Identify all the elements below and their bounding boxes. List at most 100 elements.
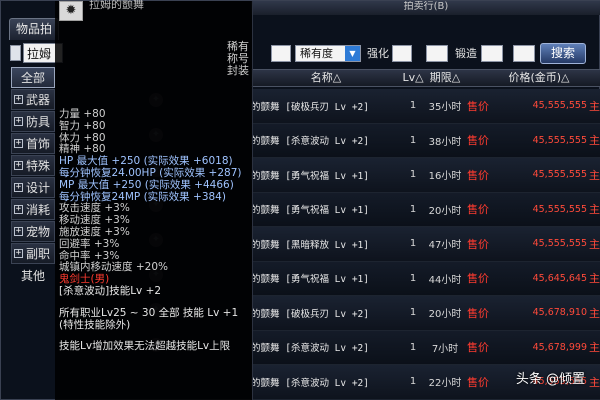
category-label: 宠物 bbox=[26, 225, 51, 239]
tooltip-line: [杀意波动]技能Lv +2 bbox=[59, 284, 162, 297]
cell-sale-tag: 售价 bbox=[467, 168, 489, 182]
expand-icon[interactable]: + bbox=[14, 95, 23, 104]
cell-time: 44小时 bbox=[428, 274, 462, 286]
expand-icon[interactable]: + bbox=[14, 227, 23, 236]
table-row[interactable]: 的颤舞 [勇气祝福 Lv +1] 1 16小时 售价 45,555,555 主 bbox=[251, 158, 600, 193]
level-min-input[interactable] bbox=[271, 45, 291, 62]
cell-name: 的颤舞 [勇气祝福 Lv +1] bbox=[251, 205, 369, 217]
tooltip-line: 技能Lv增加效果无法超越技能Lv上限 bbox=[59, 340, 231, 353]
cell-level: 1 bbox=[409, 203, 417, 215]
table-row[interactable]: 的颤舞 [破极兵刃 Lv +2] 1 35小时 售价 45,555,555 主 bbox=[251, 89, 600, 124]
listing-rows: 的颤舞 [破极兵刃 Lv +2] 1 35小时 售价 45,555,555 主 … bbox=[251, 89, 600, 400]
cell-price: 45,678,910 bbox=[532, 307, 587, 319]
tooltip-line: 所有职业Lv25 ~ 30 全部 技能 Lv +1 bbox=[59, 306, 239, 319]
category-all[interactable]: 全部 bbox=[11, 67, 55, 88]
item-tooltip: ✹ 拉姆的颤舞 稀有称号封装 力量 +80 智力 +80 体力 +80 精神 +80 H… bbox=[55, 0, 253, 400]
cell-name: 的颤舞 [黑暗释放 Lv +1] bbox=[251, 239, 369, 251]
header-name[interactable]: 名称△ bbox=[251, 70, 401, 86]
enhance-min-input[interactable] bbox=[392, 45, 412, 62]
expand-icon[interactable]: + bbox=[14, 117, 23, 126]
category-label: 首饰 bbox=[26, 137, 51, 151]
watermark: 头条 @倾置 bbox=[515, 372, 585, 387]
cell-extra: 主 bbox=[589, 168, 600, 182]
category-pet[interactable]: + 宠物 bbox=[11, 221, 55, 242]
category-label: 消耗 bbox=[26, 203, 51, 217]
rarity-select[interactable]: 稀有度 ▼ bbox=[295, 45, 361, 62]
cell-time: 20小时 bbox=[428, 205, 462, 217]
category-armor[interactable]: + 防具 bbox=[11, 111, 55, 132]
tab-item-auction[interactable]: 物品拍 bbox=[9, 18, 60, 40]
rarity-select-value: 稀有度 bbox=[300, 47, 333, 60]
enhance-max-input[interactable] bbox=[426, 45, 448, 62]
table-row[interactable]: 的颤舞 [黑暗释放 Lv +1] 1 47小时 售价 45,555,555 主 bbox=[251, 227, 600, 262]
category-weapon[interactable]: + 武器 bbox=[11, 89, 55, 110]
cell-extra: 主 bbox=[589, 203, 600, 217]
expand-icon[interactable]: + bbox=[14, 249, 23, 258]
table-row[interactable]: 的颤舞 [杀意波动 Lv +2] 1 7小时 售价 45,678,999 主 bbox=[251, 330, 600, 365]
cell-extra: 主 bbox=[589, 272, 600, 286]
category-consumable[interactable]: + 消耗 bbox=[11, 199, 55, 220]
cell-time: 35小时 bbox=[428, 102, 462, 114]
cell-price: 45,555,555 bbox=[532, 238, 587, 250]
chevron-down-icon[interactable]: ▼ bbox=[345, 46, 360, 61]
table-row[interactable]: 的颤舞 [破极兵刃 Lv +2] 1 20小时 售价 45,678,910 主 bbox=[251, 296, 600, 331]
tooltip-line: 回避率 +3% bbox=[59, 237, 120, 250]
cell-time: 22小时 bbox=[428, 378, 462, 390]
cell-level: 1 bbox=[409, 169, 417, 181]
category-label: 武器 bbox=[26, 93, 51, 107]
cell-time: 16小时 bbox=[428, 171, 462, 183]
cell-name: 的颤舞 [杀意波动 Lv +2] bbox=[251, 136, 369, 148]
cell-level: 1 bbox=[409, 100, 417, 112]
expand-icon[interactable]: + bbox=[14, 139, 23, 148]
tooltip-line: 每分钟恢复24.00HP (实际效果 +287) bbox=[59, 166, 242, 179]
cell-time: 47小时 bbox=[428, 240, 462, 252]
expand-icon[interactable]: + bbox=[14, 183, 23, 192]
table-row[interactable]: 的颤舞 [杀意波动 Lv +2] 1 38小时 售价 45,555,555 主 bbox=[251, 123, 600, 158]
header-extra-spacer bbox=[587, 70, 600, 86]
header-tag-spacer bbox=[465, 70, 491, 86]
cell-price: 45,555,555 bbox=[532, 169, 587, 181]
cell-price: 45,555,555 bbox=[532, 203, 587, 215]
table-row[interactable]: 的颤舞 [勇气祝福 Lv +1] 1 20小时 售价 45,555,555 主 bbox=[251, 192, 600, 227]
cell-name: 的颤舞 [破极兵刃 Lv +2] bbox=[251, 308, 369, 320]
cell-price: 45,555,555 bbox=[532, 134, 587, 146]
expand-icon[interactable]: + bbox=[14, 205, 23, 214]
cell-sale-tag: 售价 bbox=[467, 272, 489, 286]
header-time[interactable]: 期限△ bbox=[425, 70, 465, 86]
refine-min-input[interactable] bbox=[481, 45, 503, 62]
tooltip-line: 智力 +80 bbox=[59, 119, 106, 132]
cell-extra: 主 bbox=[589, 134, 600, 148]
cell-extra: 主 bbox=[589, 341, 600, 355]
tooltip-title: 拉姆的颤舞 bbox=[89, 0, 144, 11]
cell-time: 20小时 bbox=[428, 309, 462, 321]
search-scope-icon[interactable] bbox=[10, 45, 21, 61]
cell-price: 45,555,555 bbox=[532, 100, 587, 112]
refine-max-input[interactable] bbox=[513, 45, 535, 62]
tooltip-line: (特性技能除外) bbox=[59, 318, 131, 331]
category-label: 防具 bbox=[26, 115, 51, 129]
category-label: 其他 bbox=[20, 269, 45, 283]
header-price[interactable]: 价格(金币)△ bbox=[491, 70, 587, 86]
category-design[interactable]: + 设计 bbox=[11, 177, 55, 198]
cell-extra: 主 bbox=[589, 99, 600, 113]
category-accessory[interactable]: + 首饰 bbox=[11, 133, 55, 154]
category-subjob[interactable]: + 副职 bbox=[11, 243, 55, 264]
cell-level: 1 bbox=[409, 238, 417, 250]
cell-sale-tag: 售价 bbox=[467, 237, 489, 251]
search-button[interactable]: 搜索 bbox=[540, 43, 586, 64]
header-level[interactable]: Lv△ bbox=[401, 70, 425, 86]
filter-bar: 稀有度 ▼ 强化 锻造 搜索 bbox=[251, 41, 600, 67]
cell-sale-tag: 售价 bbox=[467, 134, 489, 148]
expand-icon[interactable]: + bbox=[14, 161, 23, 170]
enhance-label: 强化 bbox=[367, 47, 389, 60]
cell-price: 45,678,999 bbox=[532, 341, 587, 353]
category-special[interactable]: + 特殊 bbox=[11, 155, 55, 176]
cell-sale-tag: 售价 bbox=[467, 203, 489, 217]
table-row[interactable]: 的颤舞 [勇气祝福 Lv +1] 1 44小时 售价 45,645,645 主 bbox=[251, 261, 600, 296]
cell-extra: 主 bbox=[589, 306, 600, 320]
cell-sale-tag: 售价 bbox=[467, 99, 489, 113]
cell-level: 1 bbox=[409, 272, 417, 284]
category-other[interactable]: 其他 bbox=[11, 265, 55, 286]
category-label: 副职 bbox=[26, 247, 51, 261]
cell-name: 的颤舞 [勇气祝福 Lv +1] bbox=[251, 274, 369, 286]
